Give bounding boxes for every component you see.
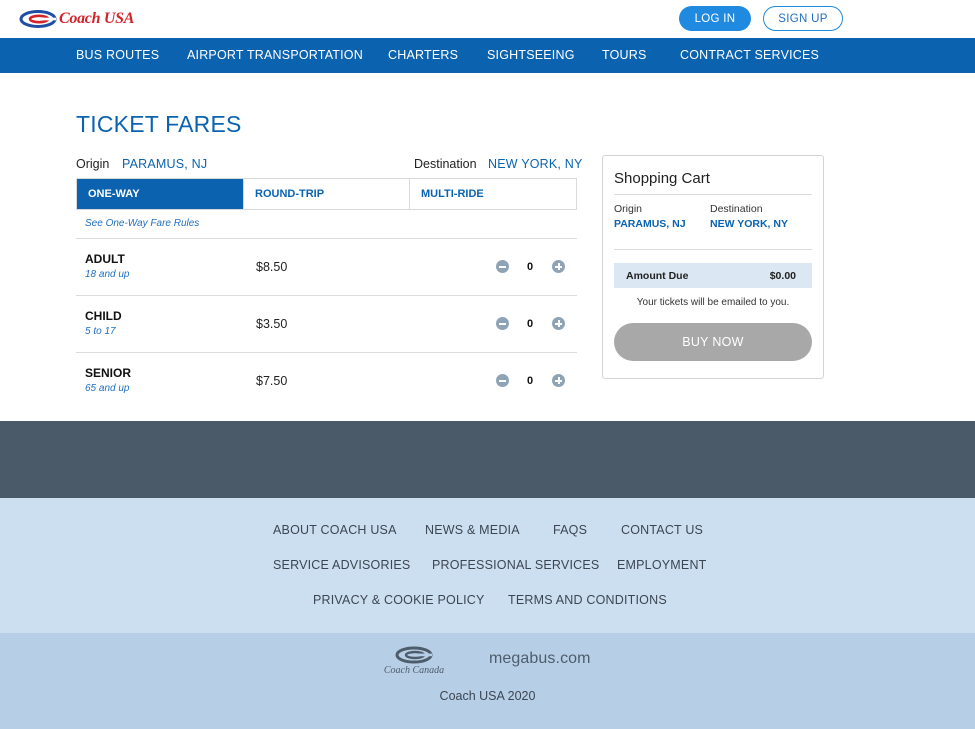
cart-origin-label: Origin: [614, 203, 643, 215]
fare-type-tabs: ONE-WAY ROUND-TRIP MULTI-RIDE: [76, 178, 577, 210]
nav-contract-services[interactable]: CONTRACT SERVICES: [680, 38, 819, 73]
qty-adult: 0: [526, 261, 534, 273]
buy-now-button[interactable]: BUY NOW: [614, 323, 812, 361]
divider: [76, 352, 577, 353]
footer-bottom: [0, 633, 975, 729]
fare-sub-senior: 65 and up: [85, 383, 130, 394]
fare-price-adult: $8.50: [256, 260, 288, 274]
copyright-text: Coach USA 2020: [439, 689, 536, 703]
footer-band: [0, 421, 975, 498]
nav-sightseeing[interactable]: SIGHTSEEING: [487, 38, 575, 73]
coach-canada-text: Coach Canada: [383, 665, 445, 676]
footer-link-terms[interactable]: TERMS AND CONDITIONS: [508, 593, 667, 607]
cart-destination-value: NEW YORK, NY: [710, 218, 788, 230]
fare-price-child: $3.50: [256, 317, 288, 331]
footer-link-contact[interactable]: CONTACT US: [621, 523, 703, 537]
cart-origin-value: PARAMUS, NJ: [614, 218, 686, 230]
nav-bus-routes[interactable]: BUS ROUTES: [76, 38, 159, 73]
footer-link-privacy[interactable]: PRIVACY & COOKIE POLICY: [313, 593, 485, 607]
nav-tours[interactable]: TOURS: [602, 38, 647, 73]
qty-child: 0: [526, 318, 534, 330]
footer-link-about[interactable]: ABOUT COACH USA: [273, 523, 397, 537]
origin-label: Origin: [76, 157, 110, 171]
footer-link-professional[interactable]: PROFESSIONAL SERVICES: [432, 558, 599, 572]
footer-links: ABOUT COACH USA NEWS & MEDIA FAQS CONTAC…: [0, 498, 975, 633]
decrement-child-icon[interactable]: [496, 317, 509, 330]
footer-link-faqs[interactable]: FAQS: [553, 523, 587, 537]
coach-canada-logo[interactable]: Coach Canada: [376, 646, 452, 676]
sign-up-button[interactable]: SIGN UP: [763, 6, 843, 31]
log-in-button[interactable]: LOG IN: [679, 6, 751, 31]
brand-name: Coach USA: [59, 10, 135, 27]
cart-destination-label: Destination: [710, 203, 763, 215]
fare-sub-child: 5 to 17: [85, 326, 116, 337]
nav-airport-transportation[interactable]: AIRPORT TRANSPORTATION: [187, 38, 363, 73]
fare-name-child: CHILD: [85, 309, 122, 323]
destination-label: Destination: [414, 157, 477, 171]
shopping-cart-panel: Shopping Cart Origin PARAMUS, NJ Destina…: [602, 155, 824, 379]
origin-value[interactable]: PARAMUS, NJ: [122, 157, 207, 171]
fare-name-adult: ADULT: [85, 252, 125, 266]
tab-one-way[interactable]: ONE-WAY: [77, 179, 244, 209]
fare-price-senior: $7.50: [256, 374, 288, 388]
main-nav: BUS ROUTES AIRPORT TRANSPORTATION CHARTE…: [0, 38, 975, 73]
amount-due-row: Amount Due $0.00: [614, 263, 812, 288]
megabus-logo[interactable]: megabus.com: [489, 650, 591, 668]
page-title: TICKET FARES: [76, 111, 242, 137]
divider: [614, 194, 812, 195]
divider: [76, 238, 577, 239]
increment-adult-icon[interactable]: [552, 260, 565, 273]
destination-value[interactable]: NEW YORK, NY: [488, 157, 583, 171]
amount-due-value: $0.00: [769, 270, 796, 282]
tab-multi-ride[interactable]: MULTI-RIDE: [410, 179, 576, 209]
fare-name-senior: SENIOR: [85, 366, 132, 380]
footer-link-employment[interactable]: EMPLOYMENT: [617, 558, 707, 572]
qty-senior: 0: [526, 375, 534, 387]
fare-rules-link[interactable]: See One-Way Fare Rules: [85, 218, 199, 229]
divider: [76, 295, 577, 296]
footer-link-news[interactable]: NEWS & MEDIA: [425, 523, 520, 537]
increment-child-icon[interactable]: [552, 317, 565, 330]
increment-senior-icon[interactable]: [552, 374, 565, 387]
decrement-senior-icon[interactable]: [496, 374, 509, 387]
cart-title: Shopping Cart: [614, 170, 710, 187]
fare-sub-adult: 18 and up: [85, 269, 130, 280]
coach-swoosh-icon: [19, 10, 57, 28]
coach-canada-swoosh-icon: [395, 646, 433, 664]
coach-usa-logo[interactable]: Coach USA: [19, 9, 134, 29]
top-header: Coach USA LOG IN SIGN UP: [0, 0, 975, 38]
email-note: Your tickets will be emailed to you.: [636, 297, 790, 308]
footer-link-advisories[interactable]: SERVICE ADVISORIES: [273, 558, 410, 572]
divider: [614, 249, 812, 250]
amount-due-label: Amount Due: [626, 270, 689, 282]
nav-charters[interactable]: CHARTERS: [388, 38, 458, 73]
decrement-adult-icon[interactable]: [496, 260, 509, 273]
tab-round-trip[interactable]: ROUND-TRIP: [244, 179, 410, 209]
